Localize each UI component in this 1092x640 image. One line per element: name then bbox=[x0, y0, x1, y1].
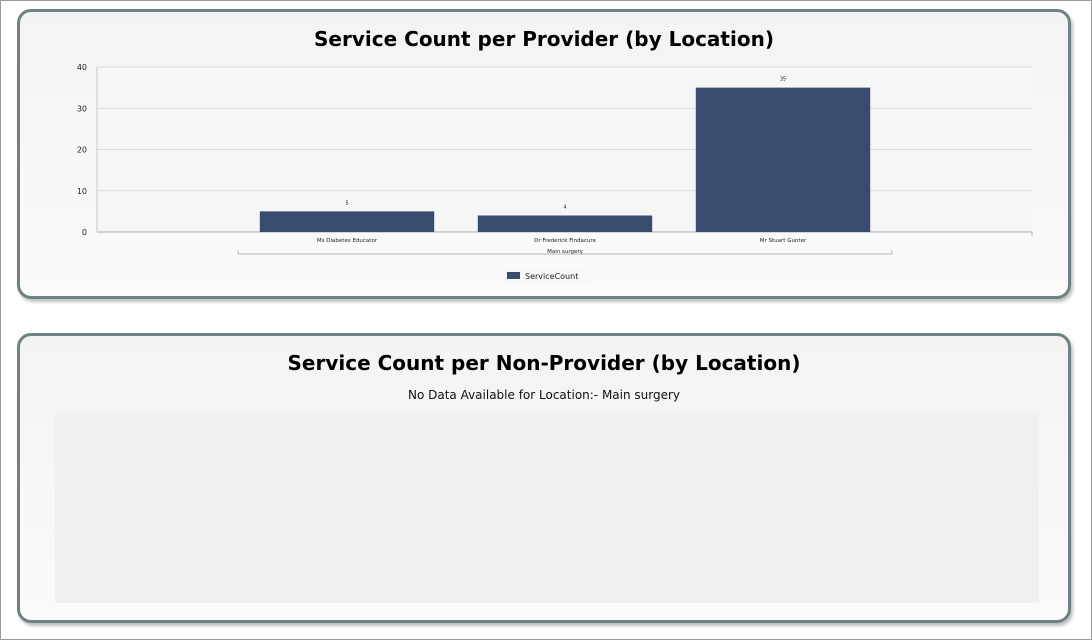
y-tick-label: 0 bbox=[82, 228, 87, 237]
y-tick-label: 30 bbox=[77, 104, 87, 113]
non-provider-chart-title: Service Count per Non-Provider (by Locat… bbox=[287, 351, 801, 375]
provider-bar-chart: 0 10 20 30 40 5 Ms Diabetes Educator 4 Dr Freder… bbox=[77, 63, 1033, 285]
bar-value-label: 4 bbox=[563, 205, 566, 211]
x-tick-label: Ms Diabetes Educator bbox=[317, 238, 378, 244]
group-label: Main surgery bbox=[547, 249, 584, 255]
bar bbox=[695, 87, 871, 232]
no-data-message: No Data Available for Location:- Main su… bbox=[407, 388, 681, 402]
bar-value-label: 5 bbox=[345, 200, 348, 206]
x-tick-label: Mr Stuart Gunter bbox=[760, 238, 807, 244]
provider-chart-panel: Service Count per Provider (by Location)… bbox=[17, 9, 1071, 299]
y-tick-label: 40 bbox=[77, 63, 87, 72]
bar-value-label: 35 bbox=[780, 77, 786, 83]
y-tick-label: 10 bbox=[77, 187, 87, 196]
legend-label: ServiceCount bbox=[525, 272, 578, 281]
y-tick-label: 20 bbox=[77, 146, 87, 155]
bar bbox=[477, 215, 653, 232]
legend-swatch bbox=[507, 272, 520, 279]
bar bbox=[259, 211, 435, 232]
non-provider-chart-panel: Service Count per Non-Provider (by Locat… bbox=[17, 333, 1071, 623]
x-tick-label: Dr Frederick Findacure bbox=[534, 238, 596, 244]
empty-chart-area bbox=[55, 413, 1039, 603]
